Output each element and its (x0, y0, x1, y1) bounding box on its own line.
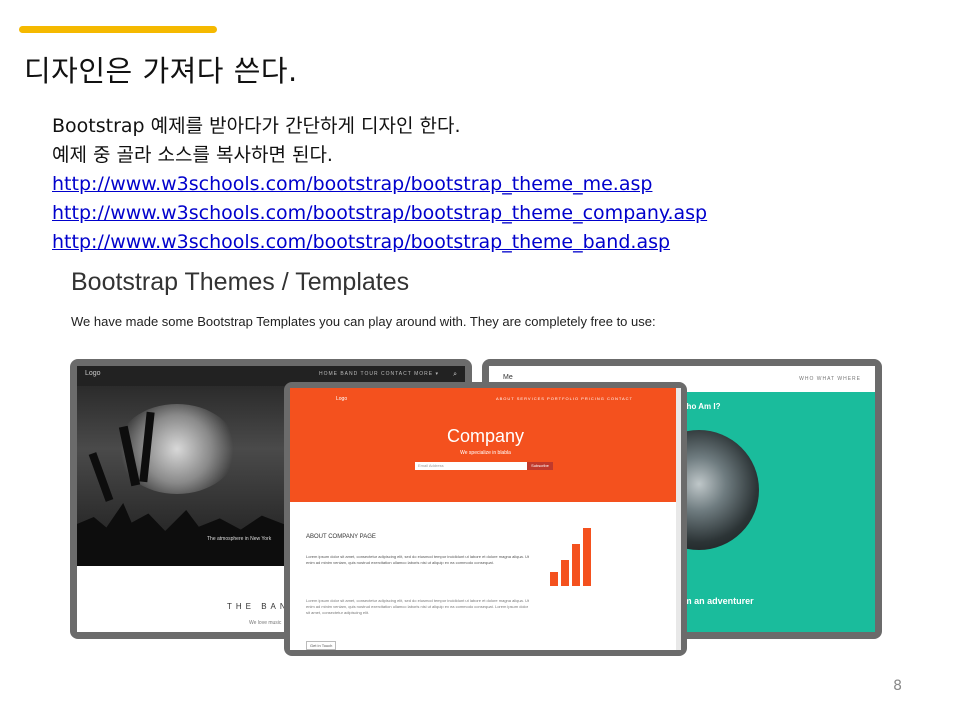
link-theme-band[interactable]: http://www.w3schools.com/bootstrap/boots… (52, 228, 707, 257)
company-theme-preview: Logo ABOUT SERVICES PORTFOLIO PRICING CO… (284, 382, 687, 656)
body-line: 예제 중 골라 소스를 복사하면 된다. (52, 144, 333, 166)
screenshot-subtitle: We have made some Bootstrap Templates yo… (71, 314, 656, 329)
slide-title: 디자인은 가져다 쓴다. (24, 54, 298, 88)
get-in-touch-button: Get in Touch (306, 641, 337, 650)
company-nav-links: ABOUT SERVICES PORTFOLIO PRICING CONTACT (495, 396, 633, 401)
about-heading: ABOUT COMPANY PAGE (306, 534, 376, 540)
scrollbar (676, 388, 681, 650)
company-hero: Logo ABOUT SERVICES PORTFOLIO PRICING CO… (290, 388, 681, 502)
signal-icon (550, 526, 602, 586)
about-text-secondary: Lorem ipsum dolor sit amet, consectetur … (306, 598, 530, 615)
screenshot-title: Bootstrap Themes / Templates (71, 268, 410, 296)
link-theme-me[interactable]: http://www.w3schools.com/bootstrap/boots… (52, 170, 707, 199)
search-icon: ⌕ (453, 370, 457, 378)
company-logo: Logo (336, 396, 348, 402)
me-nav-links: WHO WHAT WHERE (799, 376, 861, 382)
page-number: 8 (893, 678, 902, 694)
concert-image: The atmosphere in New York (77, 386, 287, 566)
band-nav-links: HOME BAND TOUR CONTACT MORE ▾ (318, 371, 439, 377)
accent-bar (19, 26, 217, 33)
carousel-caption: The atmosphere in New York (207, 536, 272, 542)
me-name: I'm an adventurer (679, 596, 754, 606)
slide-body: Bootstrap 예제를 받아다가 간단하게 디자인 한다. 예제 중 골라 … (52, 112, 707, 257)
link-theme-company[interactable]: http://www.w3schools.com/bootstrap/boots… (52, 199, 707, 228)
email-field: Email Address (415, 462, 527, 470)
body-line: Bootstrap 예제를 받아다가 간단하게 디자인 한다. (52, 115, 461, 137)
subscribe-button: Subscribe (527, 462, 553, 470)
themes-screenshot: Bootstrap Themes / Templates We have mad… (52, 256, 892, 656)
me-logo: Me (503, 374, 513, 381)
band-logo: Logo (85, 370, 101, 377)
company-tagline: We specialize in blabla (460, 450, 511, 456)
about-text: Lorem ipsum dolor sit amet, consectetur … (306, 554, 530, 565)
company-title: Company (446, 426, 525, 446)
band-subheading: We love music (249, 620, 282, 626)
